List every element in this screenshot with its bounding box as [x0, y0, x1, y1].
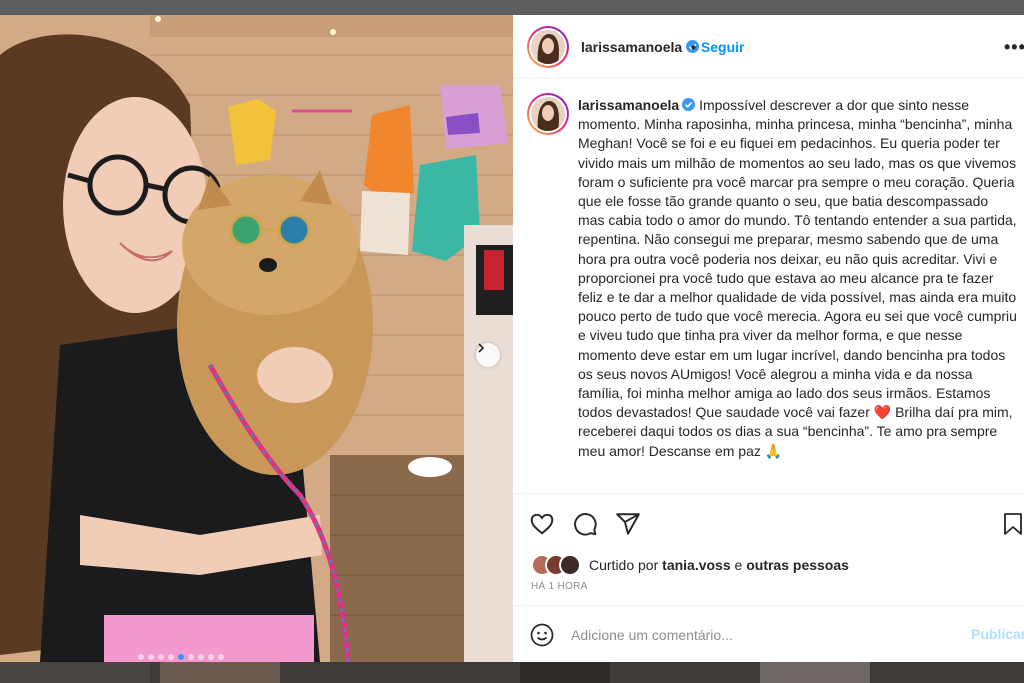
carousel-dot — [138, 654, 144, 660]
likes-others-link[interactable]: outras pessoas — [746, 557, 849, 573]
carousel-dot — [218, 654, 224, 660]
verified-badge-icon — [682, 98, 696, 111]
carousel-dot — [168, 654, 174, 660]
comment-bar: Publicar — [513, 605, 1024, 662]
carousel-next-button[interactable] — [476, 343, 500, 367]
chevron-right-icon — [478, 343, 485, 353]
likes-prefix: Curtido por — [589, 557, 659, 573]
more-options-icon[interactable]: ••• — [1004, 37, 1024, 58]
action-bar — [513, 493, 1024, 553]
carousel-dot — [178, 654, 184, 660]
share-icon[interactable] — [615, 511, 641, 537]
carousel-dot — [188, 654, 194, 660]
separator-dot: • — [691, 39, 696, 55]
carousel-dot — [148, 654, 154, 660]
avatar[interactable] — [527, 26, 569, 68]
caption-username[interactable]: larissamanoela — [578, 97, 679, 113]
heart-emoji: ❤️ — [873, 404, 892, 421]
carousel-dot — [208, 654, 214, 660]
post-timestamp[interactable]: HÁ 1 HORA — [531, 581, 588, 592]
publish-button[interactable]: Publicar — [971, 626, 1024, 642]
post-details-panel: larissamanoela • Seguir ••• larissamanoel… — [513, 15, 1024, 662]
post-caption: larissamanoela Impossível descrever a do… — [578, 96, 1018, 461]
heart-icon[interactable] — [529, 511, 555, 537]
likes-text: Curtido por tania.voss e outras pessoas — [589, 557, 849, 573]
photo-illustration — [0, 15, 513, 662]
carousel-dot — [158, 654, 164, 660]
post-author[interactable]: larissamanoela — [581, 39, 700, 55]
profile-picture — [531, 97, 565, 131]
profile-picture — [531, 30, 565, 64]
comment-input[interactable] — [571, 623, 951, 647]
likes-summary[interactable]: Curtido por tania.voss e outras pessoas — [531, 554, 849, 576]
bottom-strip — [0, 662, 1024, 683]
comment-icon[interactable] — [572, 511, 598, 537]
bookmark-icon[interactable] — [1002, 511, 1024, 537]
username-link[interactable]: larissamanoela — [581, 39, 682, 55]
caption-avatar[interactable] — [527, 93, 569, 135]
top-strip — [0, 0, 1024, 15]
carousel-indicator — [138, 654, 224, 660]
caption-text: Impossível descrever a dor que sinto nes… — [578, 97, 1017, 421]
pray-emoji: 🙏 — [764, 442, 783, 459]
carousel-dot — [198, 654, 204, 660]
likes-connector: e — [734, 557, 743, 573]
post-header: larissamanoela • Seguir ••• — [513, 15, 1024, 79]
liker-avatar — [559, 554, 581, 576]
post-photo[interactable] — [0, 15, 513, 662]
follow-button[interactable]: • Seguir — [691, 39, 744, 55]
follow-label[interactable]: Seguir — [701, 39, 745, 55]
emoji-icon[interactable] — [530, 623, 554, 647]
likes-user-link[interactable]: tania.voss — [662, 557, 730, 573]
